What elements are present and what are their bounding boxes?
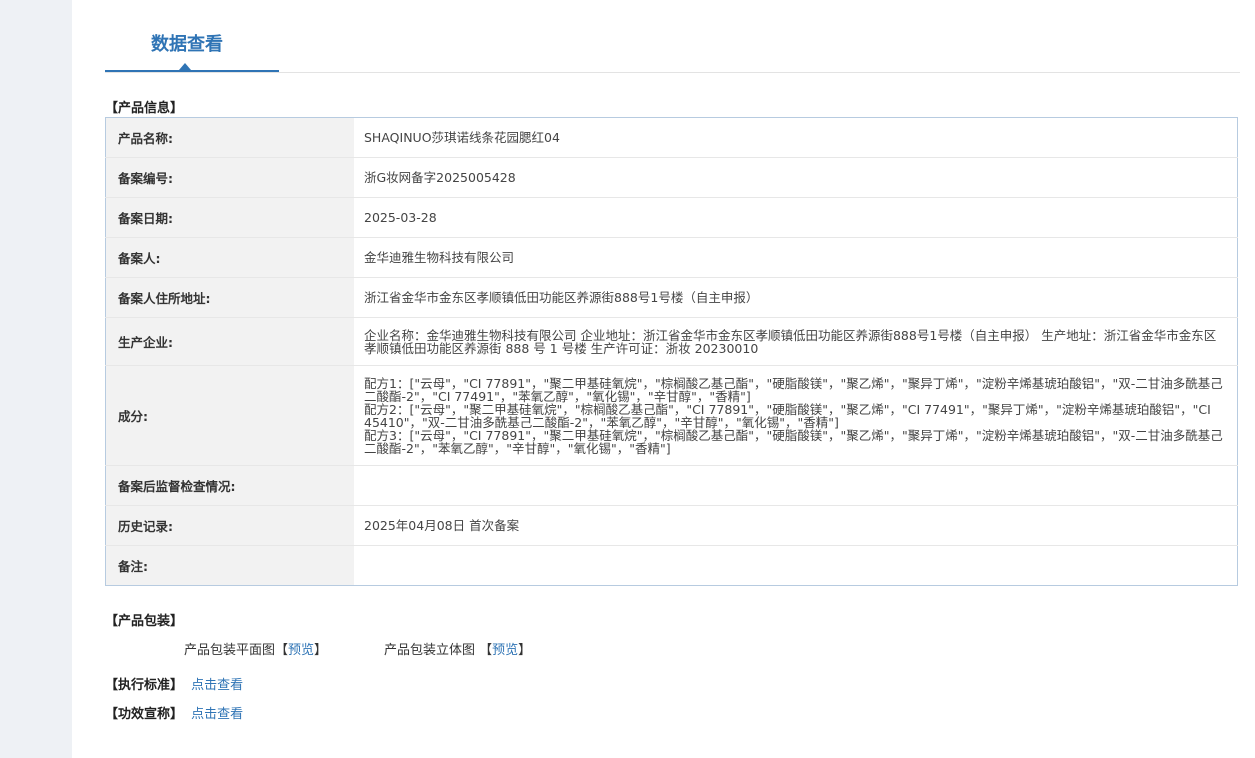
efficacy-row: 【功效宣称】 点击查看 <box>105 703 243 722</box>
packaging-flat-preview-link[interactable]: 预览 <box>288 643 314 658</box>
packaging-flat-close: 】 <box>314 643 328 658</box>
label-history: 历史记录: <box>105 505 354 546</box>
table-row-history: 历史记录: 2025年04月08日 首次备案 <box>105 505 1238 546</box>
packaging-solid-close: 】 <box>518 643 532 658</box>
label-product-name: 产品名称: <box>105 117 354 158</box>
label-reg-no: 备案编号: <box>105 157 354 198</box>
main-panel: 数据查看 【产品信息】 产品名称: SHAQINUO莎琪诺线条花园腮红04 备案… <box>72 0 1255 758</box>
ingredients-formula-2: 配方2：["云母"，"聚二甲基硅氧烷"，"棕榈酸乙基己酯"，"CI 77891"… <box>364 401 1211 430</box>
value-registrant: 金华迪雅生物科技有限公司 <box>354 237 1238 278</box>
value-reg-no: 浙G妆网备字2025005428 <box>354 157 1238 198</box>
section-title-packaging: 【产品包装】 <box>105 614 184 629</box>
tab-bar: 数据查看 <box>105 0 1240 73</box>
table-row-reg-no: 备案编号: 浙G妆网备字2025005428 <box>105 157 1238 198</box>
standard-row: 【执行标准】 点击查看 <box>105 674 243 693</box>
label-inspection: 备案后监督检查情况: <box>105 465 354 506</box>
label-ingredients: 成分: <box>105 365 354 466</box>
table-row-reg-date: 备案日期: 2025-03-28 <box>105 197 1238 238</box>
section-title-product-info: 【产品信息】 <box>105 101 184 116</box>
standard-view-link[interactable]: 点击查看 <box>191 678 243 693</box>
label-remark: 备注: <box>105 545 354 586</box>
value-remark <box>354 546 1238 586</box>
table-row-remark: 备注: <box>105 545 1238 586</box>
label-reg-date: 备案日期: <box>105 197 354 238</box>
packaging-solid-preview-link[interactable]: 预览 <box>492 643 518 658</box>
table-row-inspection: 备案后监督检查情况: <box>105 465 1238 506</box>
value-reg-date: 2025-03-28 <box>354 197 1238 238</box>
packaging-flat-label: 产品包装平面图【 <box>184 643 289 658</box>
packaging-solid: 产品包装立体图 【预览】 <box>384 639 531 658</box>
table-row-ingredients: 成分: 配方1：["云母"，"CI 77891"，"聚二甲基硅氧烷"，"棕榈酸乙… <box>105 365 1238 466</box>
table-row-manufacturer: 生产企业: 企业名称：金华迪雅生物科技有限公司 企业地址：浙江省金华市金东区孝顺… <box>105 317 1238 366</box>
ingredients-formula-3: 配方3：["云母"，"CI 77891"，"聚二甲基硅氧烷"，"棕榈酸乙基己酯"… <box>364 427 1223 456</box>
section-title-efficacy: 【功效宣称】 <box>105 707 184 722</box>
ingredients-formula-1: 配方1：["云母"，"CI 77891"，"聚二甲基硅氧烷"，"棕榈酸乙基己酯"… <box>364 375 1223 404</box>
tab-caret-icon <box>179 63 191 70</box>
packaging-flat: 产品包装平面图【预览】 <box>184 639 327 658</box>
label-address: 备案人住所地址: <box>105 277 354 318</box>
value-address: 浙江省金华市金东区孝顺镇低田功能区养源街888号1号楼（自主申报） <box>354 277 1238 318</box>
section-title-standard: 【执行标准】 <box>105 678 184 693</box>
product-info-table: 产品名称: SHAQINUO莎琪诺线条花园腮红04 备案编号: 浙G妆网备字20… <box>105 117 1238 586</box>
label-manufacturer: 生产企业: <box>105 317 354 366</box>
value-manufacturer: 企业名称：金华迪雅生物科技有限公司 企业地址：浙江省金华市金东区孝顺镇低田功能区… <box>354 317 1238 366</box>
table-row-address: 备案人住所地址: 浙江省金华市金东区孝顺镇低田功能区养源街888号1号楼（自主申… <box>105 277 1238 318</box>
table-row-registrant: 备案人: 金华迪雅生物科技有限公司 <box>105 237 1238 278</box>
tab-data-view[interactable]: 数据查看 <box>105 0 279 72</box>
value-product-name: SHAQINUO莎琪诺线条花园腮红04 <box>354 117 1238 158</box>
value-history: 2025年04月08日 首次备案 <box>354 505 1238 546</box>
label-registrant: 备案人: <box>105 237 354 278</box>
value-ingredients: 配方1：["云母"，"CI 77891"，"聚二甲基硅氧烷"，"棕榈酸乙基己酯"… <box>354 365 1238 466</box>
efficacy-view-link[interactable]: 点击查看 <box>191 707 243 722</box>
packaging-solid-label: 产品包装立体图 【 <box>384 643 493 658</box>
table-row-name: 产品名称: SHAQINUO莎琪诺线条花园腮红04 <box>105 117 1238 158</box>
value-inspection <box>354 465 1238 506</box>
tab-title: 数据查看 <box>151 34 223 55</box>
